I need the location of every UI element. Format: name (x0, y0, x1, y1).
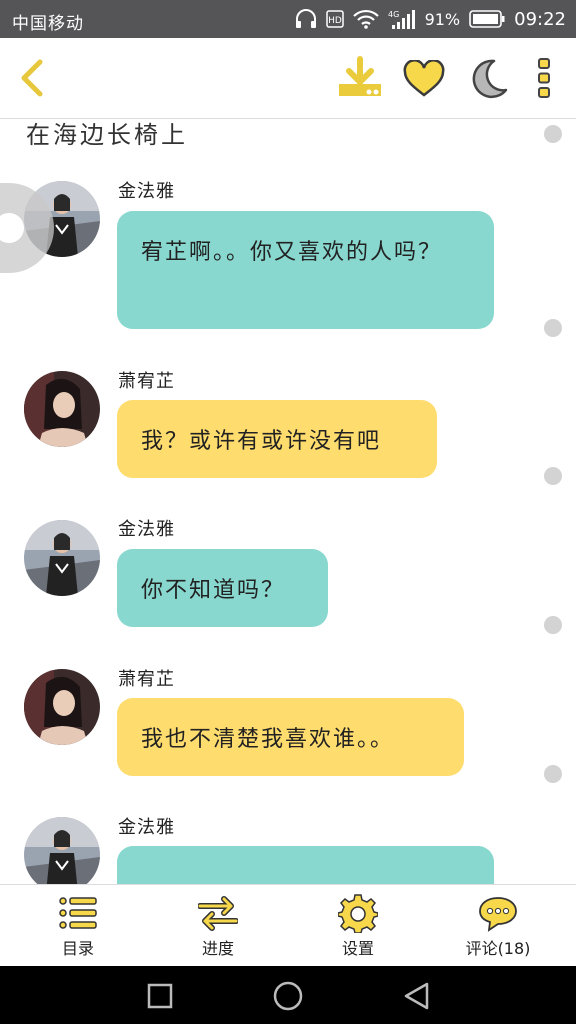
tab-settings[interactable]: 设置 (286, 885, 430, 967)
headphones-icon (295, 9, 316, 28)
clock: 09:22 (514, 8, 566, 30)
back-button[interactable] (12, 56, 52, 100)
avatar[interactable] (24, 817, 100, 884)
chat-story-content[interactable]: 在海边长椅上 金法雅 宥芷啊。。你又喜欢的人吗？ 萧宥芷 我？或许有或许没有吧 … (0, 119, 576, 884)
svg-text:4G: 4G (388, 10, 399, 19)
home-icon[interactable] (272, 980, 304, 1012)
reader-toolbar (0, 38, 576, 119)
message-text: 宥芷啊。。你又喜欢的人吗？ (141, 240, 443, 265)
paragraph-comment-dot[interactable] (544, 616, 562, 634)
message-bubble: 我？或许有或许没有吧 (117, 400, 437, 478)
message-text: 我？或许有或许没有吧 (141, 429, 382, 454)
sender-name: 金法雅 (118, 181, 175, 202)
download-button[interactable] (334, 54, 386, 102)
message-bubble (117, 846, 494, 884)
heart-icon (403, 60, 445, 97)
progress-arrows-icon (198, 896, 238, 931)
previous-text-line: 在海边长椅上 (26, 121, 188, 149)
message-bubble: 宥芷啊。。你又喜欢的人吗？ (117, 211, 494, 329)
message-text: 我也不清楚我喜欢谁。。 (141, 727, 395, 752)
paragraph-comment-dot[interactable] (544, 319, 562, 337)
avatar-image (24, 520, 100, 596)
battery-percent: 91% (424, 9, 461, 29)
tab-label: 评论(18) (465, 939, 531, 958)
tab-label: 进度 (201, 939, 234, 958)
system-navigation-bar (0, 966, 576, 1024)
avatar-image (24, 669, 100, 745)
avatar-image (24, 817, 100, 884)
more-button[interactable] (528, 54, 560, 102)
paragraph-comment-dot[interactable] (544, 467, 562, 485)
svg-text:HD: HD (328, 16, 342, 26)
tab-catalog[interactable]: 目录 (6, 885, 150, 967)
paragraph-comment-dot[interactable] (544, 125, 562, 143)
download-icon (339, 56, 381, 96)
avatar[interactable] (24, 669, 100, 745)
avatar[interactable] (24, 520, 100, 596)
tab-label: 目录 (61, 939, 94, 958)
message-bubble: 我也不清楚我喜欢谁。。 (117, 698, 464, 776)
sender-name: 金法雅 (118, 519, 175, 540)
sender-name: 萧宥芷 (118, 669, 175, 690)
message-bubble: 你不知道吗？ (117, 549, 328, 627)
avatar-image (24, 371, 100, 447)
gear-icon (338, 894, 378, 933)
carrier-name: 中国移动 (12, 14, 84, 34)
battery-icon (469, 10, 505, 28)
message-text: 你不知道吗？ (141, 578, 286, 603)
recent-apps-icon[interactable] (146, 982, 174, 1010)
wifi-icon (352, 9, 379, 29)
favorite-button[interactable] (400, 56, 448, 102)
more-vertical-icon (538, 58, 550, 98)
list-icon (59, 897, 97, 929)
sender-name: 萧宥芷 (118, 371, 175, 392)
hd-icon: HD (325, 10, 344, 28)
signal-4g-icon: 4G (388, 10, 415, 29)
back-nav-icon[interactable] (400, 980, 432, 1012)
comment-icon (479, 897, 517, 932)
tab-label: 设置 (341, 939, 374, 958)
bottom-tab-bar: 目录 进度 设置 评论(18) (0, 884, 576, 967)
status-bar: 中国移动 HD 4G 91% 09:22 (0, 0, 576, 38)
paragraph-comment-dot[interactable] (544, 765, 562, 783)
night-mode-button[interactable] (464, 56, 512, 102)
moon-icon (472, 59, 508, 99)
tab-progress[interactable]: 进度 (146, 885, 290, 967)
avatar[interactable] (24, 371, 100, 447)
tab-comments[interactable]: 评论(18) (426, 885, 570, 967)
back-arrow-icon (21, 59, 43, 97)
sender-name: 金法雅 (118, 817, 175, 838)
